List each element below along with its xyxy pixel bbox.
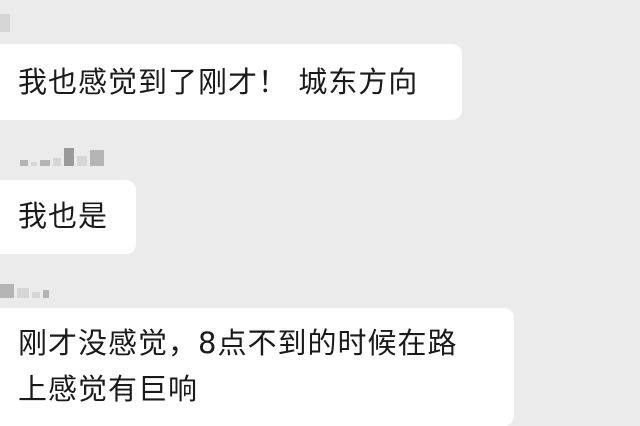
message-bubble[interactable]: 我也感觉到了刚才！ 城东方向 [0, 44, 462, 120]
message-text: 我也是 [18, 199, 109, 233]
blurred-sender-name [20, 148, 104, 166]
blurred-sender-name-top [0, 14, 10, 32]
chat-area[interactable]: 我也感觉到了刚才！ 城东方向 我也是 刚才没感觉，8点不到的时候在路 上感觉有巨… [0, 0, 640, 426]
message-text: 我也感觉到了刚才！ 城东方向 [18, 65, 419, 99]
blurred-sender-name [0, 284, 49, 298]
message-text-line-1: 刚才没感觉，8点不到的时候在路 [18, 326, 458, 360]
message-bubble[interactable]: 我也是 [0, 180, 136, 254]
message-text-line-2: 上感觉有巨响 [18, 372, 199, 406]
message-bubble[interactable]: 刚才没感觉，8点不到的时候在路 上感觉有巨响 [0, 308, 514, 426]
